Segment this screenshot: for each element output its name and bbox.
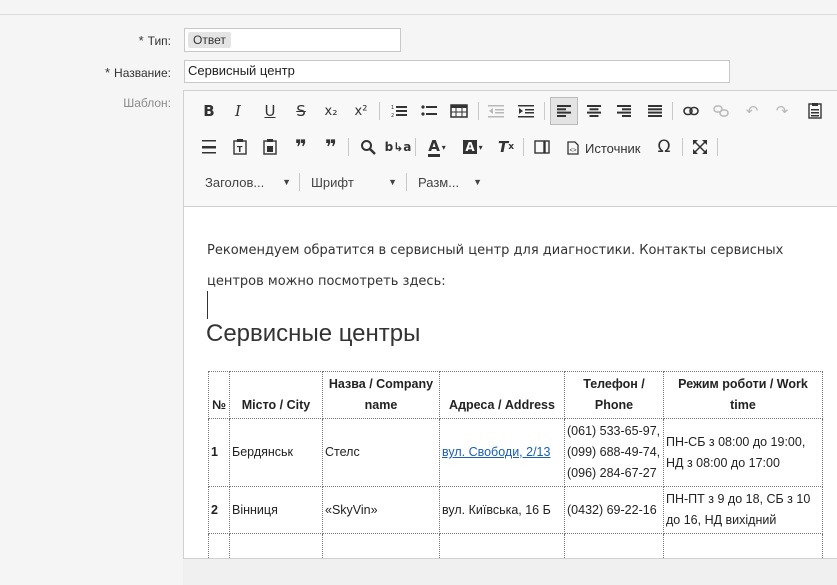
strikethrough-icon[interactable]: S (288, 98, 314, 124)
link-icon[interactable] (678, 98, 704, 124)
italic-icon[interactable]: I (225, 98, 251, 124)
size-combo[interactable]: Разм... ▼ (418, 170, 482, 194)
toolbar-separator (348, 138, 349, 156)
editor-content[interactable]: Рекомендуем обратится в сервисный центр … (184, 207, 837, 561)
service-centers-table: № Місто / City Назва / Company name Адре… (208, 371, 823, 560)
editor-toolbar: B I U S x₂ x² 12 ↶ ↷ T ❞ ❞ b↳a A ▾ A ▾ T… (184, 91, 837, 207)
table-cell: 2 (208, 486, 230, 534)
table-row (208, 533, 823, 560)
table-cell: вул. Свободи, 2/13 (439, 418, 565, 487)
col-header: Місто / City (229, 371, 323, 419)
special-char-icon[interactable]: Ω (651, 134, 677, 160)
toolbar-separator (717, 138, 718, 156)
blockquote-icon[interactable]: ❞ (288, 134, 314, 160)
col-header: Адреса / Address (439, 371, 565, 419)
table-cell: «SkyVin» (322, 486, 440, 534)
replace-icon[interactable]: b↳a (385, 134, 412, 160)
svg-text:1: 1 (391, 105, 394, 111)
font-combo[interactable]: Шрифт ▼ (311, 170, 397, 194)
subscript-icon[interactable]: x₂ (318, 98, 344, 124)
type-field[interactable]: Ответ (184, 28, 401, 52)
table-icon[interactable] (446, 98, 472, 124)
heading-combo[interactable]: Заголов... ▼ (205, 170, 291, 194)
type-label: * Тип: (138, 33, 171, 48)
paste-text-icon[interactable]: T (227, 134, 253, 160)
source-button[interactable]: <> Источник (567, 136, 641, 160)
quote-icon[interactable]: ❞ (318, 134, 344, 160)
toolbar-separator (672, 102, 673, 120)
toolbar-separator (299, 173, 300, 191)
svg-text:<>: <> (570, 148, 578, 154)
chevron-down-icon: ▼ (388, 177, 397, 187)
toolbar-separator (478, 102, 479, 120)
justify-icon[interactable] (642, 98, 668, 124)
text-color-icon[interactable]: A ▾ (422, 134, 452, 160)
templates-icon[interactable] (529, 134, 555, 160)
toolbar-separator (415, 138, 416, 156)
find-icon[interactable] (355, 134, 381, 160)
table-cell: ПН-СБ з 08:00 до 19:00, НД з 08:00 до 17… (663, 418, 823, 487)
source-icon: <> (567, 141, 579, 155)
col-header: Назва / Company name (322, 371, 440, 419)
toolbar-separator (406, 173, 407, 191)
chevron-down-icon: ▼ (282, 177, 291, 187)
paste-icon[interactable] (802, 98, 828, 124)
table-row: 1 Бердянськ Стелс вул. Свободи, 2/13 (06… (208, 418, 823, 487)
table-cell: Стелс (322, 418, 440, 487)
table-cell: (0432) 69-22-16 (564, 486, 664, 534)
maximize-icon[interactable] (687, 134, 713, 160)
align-right-icon[interactable] (611, 98, 637, 124)
align-left-icon[interactable] (550, 97, 578, 125)
align-center-icon[interactable] (581, 98, 607, 124)
svg-text:T: T (237, 145, 243, 154)
undo-icon[interactable]: ↶ (739, 98, 765, 124)
text-caret (207, 291, 208, 319)
table-header-row: № Місто / City Назва / Company name Адре… (208, 371, 823, 419)
table-cell: вул. Київська, 16 Б (439, 486, 565, 534)
superscript-icon[interactable]: x² (348, 98, 374, 124)
bg-color-icon[interactable]: A ▾ (458, 134, 488, 160)
col-header: № (208, 371, 230, 419)
toolbar-separator (544, 102, 545, 120)
redo-icon[interactable]: ↷ (769, 98, 795, 124)
horizontal-rule-icon[interactable] (196, 134, 222, 160)
toolbar-separator (523, 138, 524, 156)
bulleted-list-icon[interactable] (416, 98, 442, 124)
type-tag[interactable]: Ответ (188, 32, 231, 48)
unlink-icon[interactable] (708, 98, 734, 124)
chevron-down-icon: ▼ (473, 177, 482, 187)
col-header: Телефон / Phone (564, 371, 664, 419)
toolbar-separator (682, 138, 683, 156)
name-label: * Название: (104, 65, 171, 80)
content-heading: Сервисные центры (206, 320, 421, 347)
bold-icon[interactable]: B (196, 98, 222, 124)
table-row: 2 Вінниця «SkyVin» вул. Київська, 16 Б (… (208, 486, 823, 534)
intro-paragraph: Рекомендуем обратится в сервисный центр … (207, 243, 784, 289)
indent-icon[interactable] (513, 98, 539, 124)
col-header: Режим роботи / Work time (663, 371, 823, 419)
name-input[interactable]: Сервисный центр (184, 60, 730, 83)
outdent-icon[interactable] (483, 98, 509, 124)
paste-word-icon[interactable] (257, 134, 283, 160)
table-cell: Вінниця (229, 486, 323, 534)
toolbar-separator (379, 102, 380, 120)
top-divider (0, 14, 837, 15)
editor-bottom-bar (183, 558, 837, 585)
source-label: Источник (585, 140, 641, 156)
table-cell: (061) 533-65-97, (099) 688-49-74, (096) … (564, 418, 664, 487)
table-cell: 1 (208, 418, 230, 487)
table-cell: ПН-ПТ з 9 до 18, СБ з 10 до 16, НД вихід… (663, 486, 823, 534)
rich-text-editor[interactable]: B I U S x₂ x² 12 ↶ ↷ T ❞ ❞ b↳a A ▾ A ▾ T… (183, 90, 837, 561)
numbered-list-icon[interactable]: 12 (386, 98, 412, 124)
underline-icon[interactable]: U (257, 98, 283, 124)
table-cell: Бердянськ (229, 418, 323, 487)
svg-text:2: 2 (391, 113, 394, 118)
address-link[interactable]: вул. Свободи, 2/13 (442, 445, 550, 459)
remove-format-icon[interactable]: Tx (493, 134, 519, 160)
template-label: Шаблон: (123, 96, 171, 110)
